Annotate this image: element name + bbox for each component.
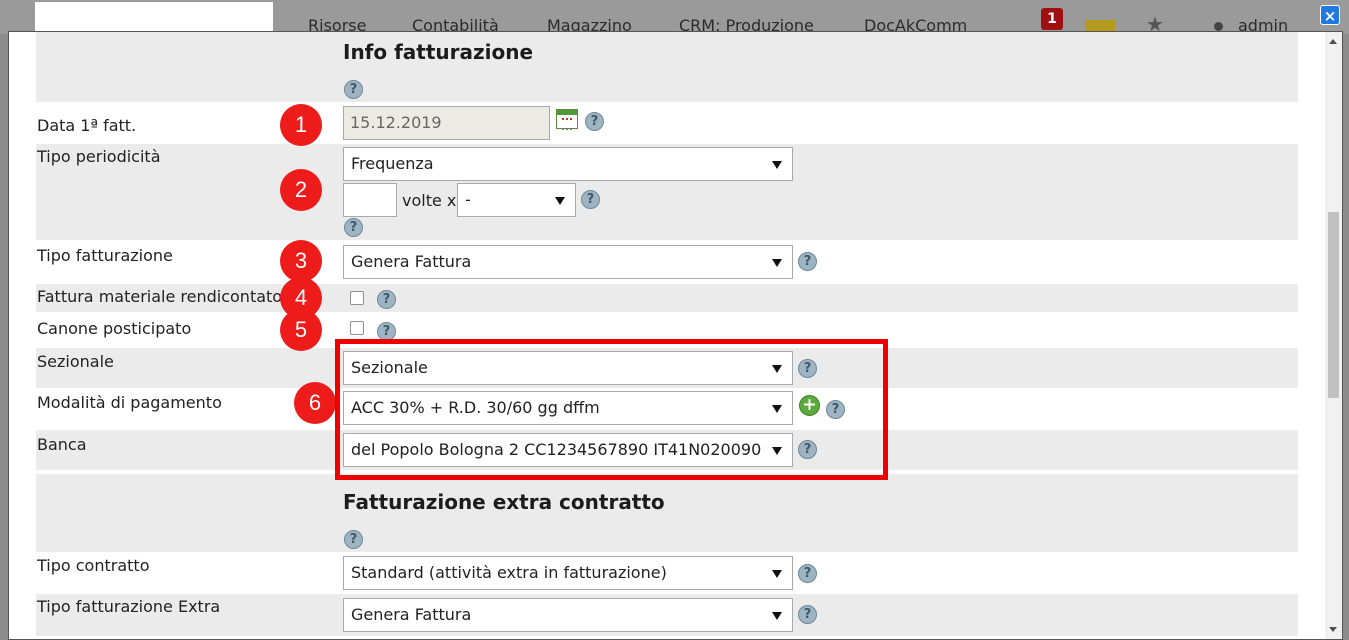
help-icon[interactable]: ?	[344, 218, 363, 237]
annotation-marker-1: 1	[280, 104, 322, 146]
billing-modal: Info fatturazione ? Data 1ª fatt. 15.12.…	[8, 31, 1343, 640]
material-invoice-checkbox[interactable]	[350, 291, 364, 305]
row-data-prima-fatturazione: Data 1ª fatt. 15.12.2019 ?	[36, 102, 1298, 144]
chevron-down-icon	[772, 161, 782, 169]
help-icon[interactable]: ?	[826, 400, 845, 419]
select-value: ACC 30% + R.D. 30/60 gg dffm	[351, 398, 600, 417]
user-icon	[1214, 22, 1223, 31]
contract-type-select[interactable]: Standard (attività extra in fatturazione…	[343, 556, 793, 590]
notification-badge[interactable]: 1	[1041, 8, 1063, 30]
times-input[interactable]	[343, 183, 397, 217]
chevron-down-icon	[772, 447, 782, 455]
chevron-down-icon	[772, 405, 782, 413]
help-icon[interactable]: ?	[798, 564, 817, 583]
help-icon[interactable]: ?	[798, 605, 817, 624]
calendar-icon[interactable]	[556, 109, 578, 130]
row-canone-posticipato: Canone posticipato ?	[36, 312, 1298, 348]
help-icon[interactable]: ?	[377, 322, 396, 341]
vertical-scrollbar[interactable]	[1325, 32, 1342, 639]
chevron-down-icon	[555, 197, 565, 205]
row-sezionale: Sezionale Sezionale ?	[36, 348, 1298, 388]
help-icon[interactable]: ?	[344, 530, 363, 549]
deferred-fee-checkbox[interactable]	[350, 321, 364, 335]
row-tipo-contratto: Tipo contratto Standard (attività extra …	[36, 552, 1298, 594]
chevron-down-icon	[772, 365, 782, 373]
row-fattura-materiale: Fattura materiale rendicontato ?	[36, 284, 1298, 312]
help-icon[interactable]: ?	[798, 359, 817, 378]
extra-billing-type-select[interactable]: Genera Fattura	[343, 598, 793, 632]
sezionale-select[interactable]: Sezionale	[343, 351, 793, 385]
bank-select[interactable]: del Popolo Bologna 2 CC1234567890 IT41N0…	[343, 433, 793, 467]
date-input[interactable]: 15.12.2019	[343, 106, 550, 140]
select-value: Genera Fattura	[351, 605, 472, 624]
section-fatturazione-extra: Fatturazione extra contratto ?	[36, 474, 1298, 552]
help-icon[interactable]: ?	[344, 80, 363, 99]
field-label: Tipo periodicità	[37, 147, 161, 166]
row-banca: Banca del Popolo Bologna 2 CC1234567890 …	[36, 430, 1298, 470]
field-label: Tipo contratto	[37, 556, 150, 575]
field-label: Tipo fatturazione	[37, 246, 173, 265]
select-value: Standard (attività extra in fatturazione…	[351, 563, 667, 582]
select-value: del Popolo Bologna 2 CC1234567890 IT41N0…	[351, 440, 762, 459]
add-icon[interactable]: +	[799, 395, 820, 416]
row-tipo-fatturazione-extra: Tipo fatturazione Extra Genera Fattura ?	[36, 594, 1298, 636]
select-value: Sezionale	[351, 358, 428, 377]
section-title: Fatturazione extra contratto	[343, 490, 665, 514]
scroll-up-icon[interactable]	[1329, 39, 1337, 44]
help-icon[interactable]: ?	[798, 440, 817, 459]
unit-select[interactable]: -	[457, 183, 576, 217]
field-label: Tipo fatturazione Extra	[37, 597, 221, 616]
select-value: Frequenza	[351, 154, 434, 173]
help-icon[interactable]: ?	[798, 252, 817, 271]
annotation-marker-6: 6	[294, 382, 336, 424]
periodicity-select[interactable]: Frequenza	[343, 147, 793, 181]
section-title: Info fatturazione	[343, 40, 534, 64]
modal-close-button[interactable]: ×	[1320, 5, 1340, 25]
annotation-marker-5: 5	[280, 309, 322, 351]
section-info-fatturazione: Info fatturazione ?	[36, 32, 1298, 102]
help-icon[interactable]: ?	[585, 112, 604, 131]
annotation-marker-3: 3	[280, 240, 322, 282]
field-label: Modalità di pagamento	[37, 393, 222, 412]
annotation-marker-2: 2	[280, 169, 322, 211]
select-value: -	[465, 190, 471, 209]
payment-method-select[interactable]: ACC 30% + R.D. 30/60 gg dffm	[343, 391, 793, 425]
field-label: Fattura materiale rendicontato	[37, 287, 283, 306]
logo	[35, 2, 273, 32]
billing-type-select[interactable]: Genera Fattura	[343, 245, 793, 279]
field-label: Banca	[37, 435, 87, 454]
field-label: Sezionale	[37, 352, 114, 371]
field-label: Data 1ª fatt.	[37, 116, 137, 135]
select-value: Genera Fattura	[351, 252, 472, 271]
row-modalita-pagamento: Modalità di pagamento ACC 30% + R.D. 30/…	[36, 388, 1298, 430]
chevron-down-icon	[772, 570, 782, 578]
chevron-down-icon	[772, 259, 782, 267]
field-label: Canone posticipato	[37, 319, 192, 338]
help-icon[interactable]: ?	[377, 290, 396, 309]
row-tipo-periodicita: Tipo periodicità Frequenza volte x - ? ?	[36, 144, 1298, 240]
help-icon[interactable]: ?	[581, 190, 600, 209]
top-navigation-bar: Risorse Contabilità Magazzino CRM: Produ…	[0, 0, 1349, 36]
chevron-down-icon	[772, 612, 782, 620]
scrollbar-thumb[interactable]	[1328, 212, 1339, 398]
row-tipo-fatturazione: Tipo fatturazione Genera Fattura ?	[36, 240, 1298, 284]
scroll-down-icon[interactable]	[1329, 627, 1337, 632]
times-label: volte x	[402, 191, 457, 210]
